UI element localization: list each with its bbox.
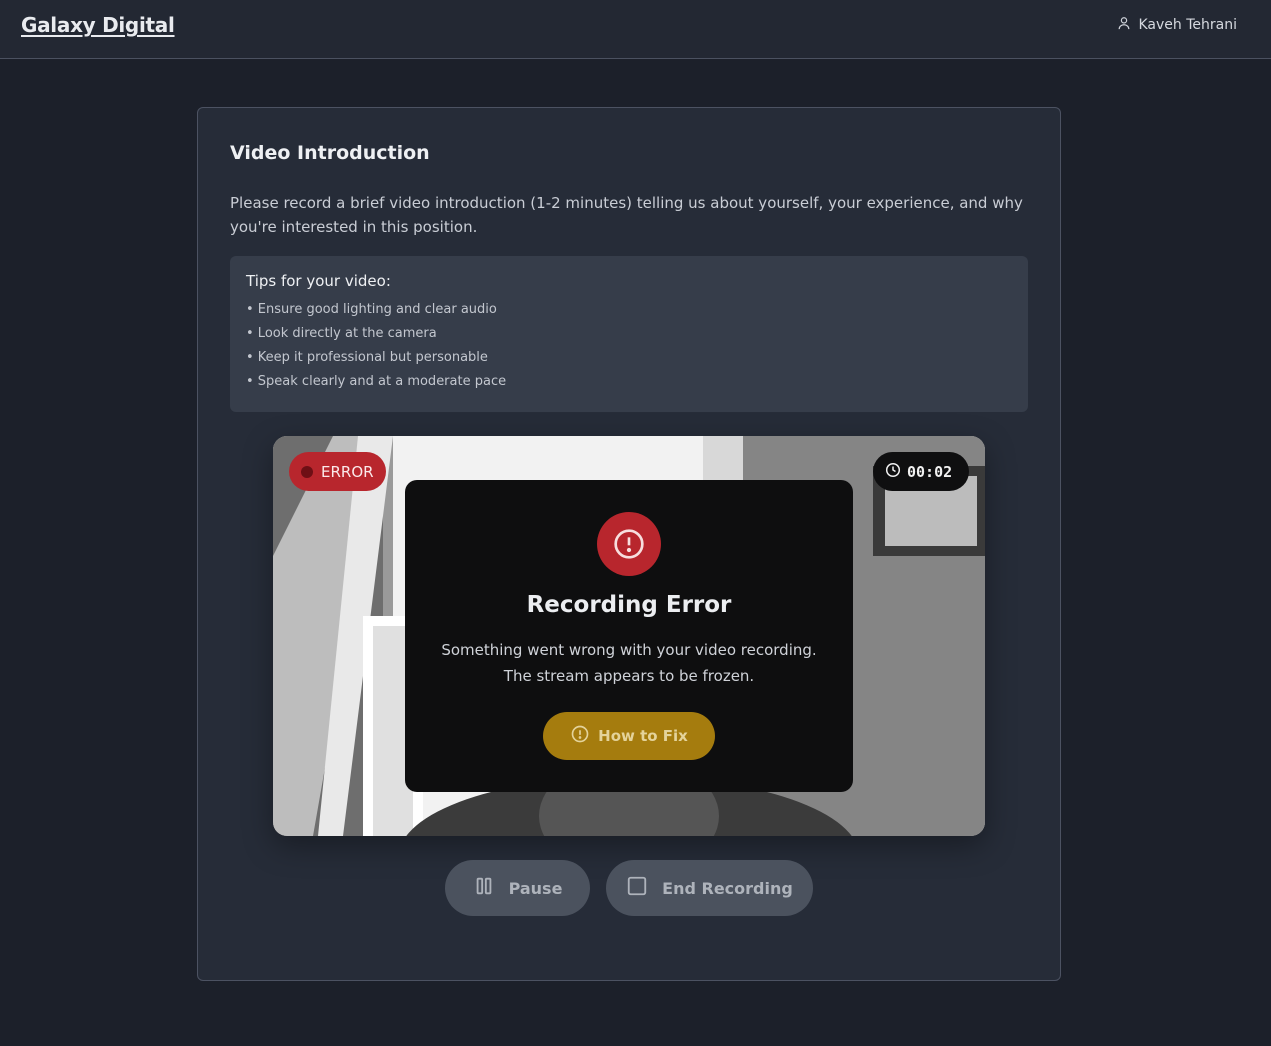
alert-circle-icon	[570, 724, 590, 748]
user-icon	[1117, 16, 1131, 34]
how-to-fix-button[interactable]: How to Fix	[543, 712, 715, 760]
error-title: Recording Error	[526, 592, 732, 618]
error-dialog: Recording Error Something went wrong wit…	[405, 480, 853, 792]
user-menu[interactable]: Kaveh Tehrani	[1117, 16, 1238, 34]
video-intro-card: Video Introduction Please record a brief…	[197, 107, 1061, 981]
error-message-line: Something went wrong with your video rec…	[441, 641, 817, 659]
recording-status-badge: ERROR	[289, 452, 386, 491]
alert-circle-icon	[597, 512, 661, 576]
tip-item: • Keep it professional but personable	[246, 350, 488, 365]
stop-icon	[626, 875, 648, 901]
record-dot-icon	[301, 465, 313, 478]
end-recording-button[interactable]: End Recording	[606, 860, 813, 916]
pause-label: Pause	[508, 878, 563, 898]
pause-button[interactable]: Pause	[445, 860, 590, 916]
pause-icon	[473, 875, 495, 901]
how-to-fix-label: How to Fix	[598, 727, 688, 745]
recording-timer: 00:02	[873, 452, 969, 491]
brand-link[interactable]: Galaxy Digital	[21, 13, 175, 37]
user-name: Kaveh Tehrani	[1138, 17, 1238, 33]
end-recording-label: End Recording	[662, 878, 793, 898]
intro-description: Please record a brief video introduction…	[230, 194, 1023, 236]
error-message: Something went wrong with your video rec…	[429, 637, 829, 689]
clock-icon	[885, 462, 901, 482]
tips-box: Tips for your video: • Ensure good light…	[230, 256, 1028, 412]
tip-item: • Look directly at the camera	[246, 326, 437, 341]
tips-title: Tips for your video:	[246, 272, 391, 290]
video-preview: ERROR 00:02 Recording Error Something we…	[273, 436, 985, 836]
timer-value: 00:02	[907, 462, 953, 481]
status-badge-label: ERROR	[321, 462, 374, 481]
page-title: Video Introduction	[230, 142, 430, 164]
tip-item: • Ensure good lighting and clear audio	[246, 302, 497, 317]
tip-item: • Speak clearly and at a moderate pace	[246, 374, 507, 389]
top-nav: Galaxy Digital Kaveh Tehrani	[0, 0, 1271, 59]
error-message-line: The stream appears to be frozen.	[503, 667, 755, 685]
